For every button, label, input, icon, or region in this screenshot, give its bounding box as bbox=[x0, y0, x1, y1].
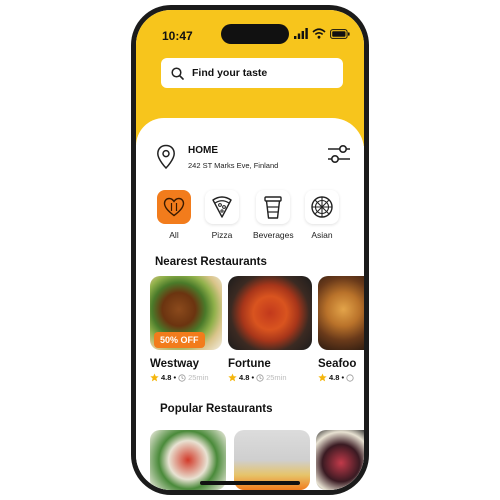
search-icon bbox=[171, 66, 184, 80]
category-asian-label: Asian bbox=[311, 230, 333, 240]
filter-sliders-icon[interactable] bbox=[327, 143, 351, 165]
battery-icon bbox=[330, 28, 350, 39]
restaurant-image bbox=[318, 276, 364, 350]
category-beverages[interactable]: Beverages bbox=[253, 190, 294, 240]
category-all-label: All bbox=[169, 230, 179, 240]
status-time: 10:47 bbox=[162, 29, 193, 43]
popular-restaurant-card[interactable] bbox=[316, 430, 364, 490]
phone-frame: 10:47 Find your taste HOME 242 ST Marks … bbox=[131, 5, 369, 495]
restaurant-meta: 4.8 • bbox=[318, 373, 364, 382]
restaurant-image bbox=[228, 276, 312, 350]
restaurant-duration: 25min bbox=[188, 373, 209, 382]
star-icon bbox=[228, 373, 237, 382]
category-list: All Pizza Beverages Asian bbox=[154, 190, 354, 250]
meta-separator: • bbox=[173, 373, 177, 382]
star-icon bbox=[150, 373, 159, 382]
restaurant-card-fortune[interactable]: Fortune 4.8 • 25min bbox=[228, 276, 312, 382]
status-icons bbox=[294, 28, 350, 39]
nearest-restaurant-list: 50% OFF Westway 4.8 • 25min Fortune 4.8 … bbox=[150, 276, 364, 396]
restaurant-rating: 4.8 bbox=[329, 373, 340, 382]
restaurant-name: Fortune bbox=[228, 358, 271, 370]
clock-icon bbox=[256, 373, 264, 382]
wifi-icon bbox=[312, 28, 326, 39]
delivery-location[interactable]: HOME 242 ST Marks Eve, Finland bbox=[156, 140, 351, 180]
location-title: HOME bbox=[188, 145, 218, 156]
dynamic-island bbox=[221, 24, 289, 44]
location-address: 242 ST Marks Eve, Finland bbox=[188, 161, 279, 170]
restaurant-meta: 4.8 • 25min bbox=[228, 373, 312, 382]
search-bar[interactable]: Find your taste bbox=[161, 58, 343, 88]
category-beverages-label: Beverages bbox=[253, 230, 294, 240]
category-all-tile bbox=[157, 190, 191, 224]
category-beverages-tile bbox=[256, 190, 290, 224]
search-placeholder: Find your taste bbox=[192, 67, 268, 79]
restaurant-rating: 4.8 bbox=[161, 373, 172, 382]
category-asian-tile bbox=[305, 190, 339, 224]
cup-icon bbox=[264, 196, 282, 219]
category-pizza-label: Pizza bbox=[211, 230, 233, 240]
restaurant-name: Seafoo bbox=[318, 358, 357, 370]
restaurant-card-westway[interactable]: 50% OFF Westway 4.8 • 25min bbox=[150, 276, 222, 382]
clock-icon bbox=[178, 373, 186, 382]
status-bar: 10:47 bbox=[136, 10, 364, 50]
pizza-icon bbox=[212, 196, 232, 218]
category-all[interactable]: All bbox=[154, 190, 194, 240]
restaurant-meta: 4.8 • 25min bbox=[150, 373, 222, 382]
popular-restaurants-title: Popular Restaurants bbox=[160, 403, 273, 415]
meta-separator: • bbox=[251, 373, 255, 382]
home-indicator bbox=[200, 481, 300, 485]
signal-icon bbox=[294, 28, 308, 39]
category-pizza[interactable]: Pizza bbox=[202, 190, 242, 240]
category-pizza-tile bbox=[205, 190, 239, 224]
restaurant-image: 50% OFF bbox=[150, 276, 222, 350]
location-pin-icon bbox=[157, 144, 175, 170]
nearest-restaurants-title: Nearest Restaurants bbox=[155, 256, 267, 268]
asian-dish-icon bbox=[311, 196, 333, 218]
restaurant-card-seafood[interactable]: Seafoo 4.8 • bbox=[318, 276, 364, 382]
heart-fork-icon bbox=[163, 197, 185, 217]
app-screen: 10:47 Find your taste HOME 242 ST Marks … bbox=[136, 10, 364, 490]
category-asian[interactable]: Asian bbox=[302, 190, 342, 240]
star-icon bbox=[318, 373, 327, 382]
discount-badge: 50% OFF bbox=[154, 332, 205, 348]
meta-separator: • bbox=[341, 373, 345, 382]
restaurant-rating: 4.8 bbox=[239, 373, 250, 382]
restaurant-name: Westway bbox=[150, 358, 200, 370]
clock-icon bbox=[346, 373, 354, 382]
restaurant-duration: 25min bbox=[266, 373, 287, 382]
